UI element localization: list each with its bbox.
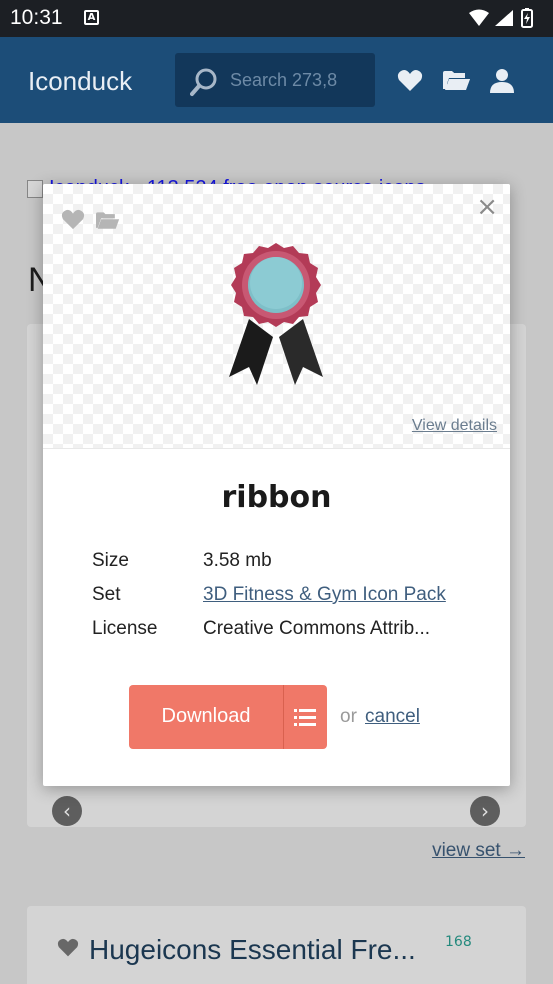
download-label[interactable]: Download: [129, 705, 283, 728]
meta-row-set: Set 3D Fitness & Gym Icon Pack: [92, 584, 472, 618]
search-icon: [190, 68, 217, 96]
search-input[interactable]: Search 273,8: [230, 70, 337, 91]
view-details-link[interactable]: View details: [412, 417, 497, 435]
icon-meta: Size 3.58 mb Set 3D Fitness & Gym Icon P…: [92, 550, 472, 652]
meta-key: License: [92, 618, 158, 639]
icon-title: ribbon: [221, 480, 332, 515]
user-icon[interactable]: [490, 68, 514, 94]
download-button[interactable]: Download: [129, 685, 327, 749]
ribbon-icon: [229, 243, 323, 385]
meta-key: Size: [92, 550, 129, 571]
folder-icon[interactable]: [96, 212, 120, 230]
heart-icon[interactable]: [397, 69, 423, 93]
status-bar: 10:31 A: [0, 0, 553, 37]
search-box[interactable]: Search 273,8: [175, 53, 375, 107]
icon-preview: × View details: [43, 184, 510, 449]
cancel-link[interactable]: cancel: [365, 706, 420, 728]
wifi-icon: [469, 9, 489, 26]
meta-row-size: Size 3.58 mb: [92, 550, 472, 584]
heart-icon[interactable]: [61, 209, 85, 231]
brand-logo[interactable]: Iconduck: [28, 66, 132, 97]
system-icons: [467, 8, 545, 34]
meta-key: Set: [92, 584, 121, 605]
download-options-button[interactable]: [284, 685, 327, 749]
meta-value: Creative Commons Attrib...: [203, 618, 431, 639]
close-button[interactable]: ×: [476, 192, 498, 222]
clock: 10:31: [10, 6, 63, 29]
icon-detail-modal: × View details ribbon Size 3.58 mb Set 3…: [43, 184, 510, 786]
meta-row-license: License Creative Commons Attrib...: [92, 618, 472, 652]
list-icon: [294, 709, 316, 726]
set-link[interactable]: 3D Fitness & Gym Icon Pack: [203, 584, 446, 606]
notification-icon: A: [84, 10, 99, 25]
app-header: Iconduck Search 273,8: [0, 37, 553, 123]
signal-icon: [495, 10, 513, 26]
or-text: or: [340, 706, 357, 727]
meta-value: 3.58 mb: [203, 550, 272, 571]
folder-icon[interactable]: [443, 71, 471, 91]
